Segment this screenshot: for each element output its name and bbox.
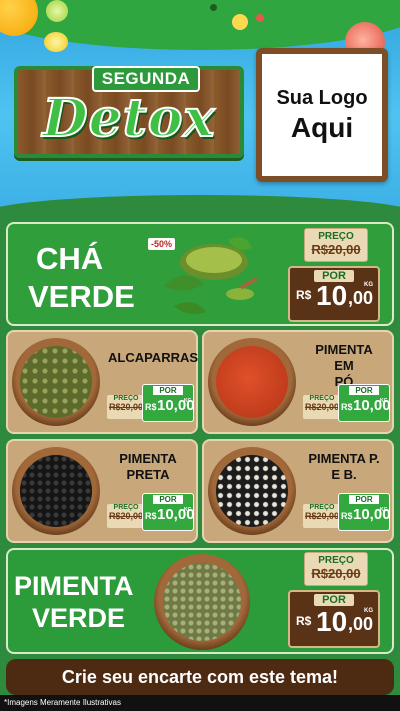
product-name-line2: VERDE xyxy=(32,603,126,633)
product-card-alcaparras[interactable]: ALCAPARRAS PREÇO R$20,00 POR R$ 10,00 xyxy=(6,330,198,434)
currency-label: R$ xyxy=(341,402,353,412)
product-card-pimenta-em-po[interactable]: PIMENTA EM PÓ PREÇO R$20,00 POR R$ 10,00 xyxy=(202,330,394,434)
old-price-tag: PREÇO R$20,00 xyxy=(106,503,146,529)
green-pepper-image xyxy=(163,563,241,641)
capers-image xyxy=(20,346,92,418)
product-name-line2: PRETA xyxy=(126,467,170,482)
logo-placeholder[interactable]: Sua Logo Aqui xyxy=(256,48,388,182)
old-price-tag: PREÇO R$20,00 xyxy=(302,503,342,529)
price-decimal: ,00 xyxy=(348,614,374,634)
product-name-line1: PIMENTA P. xyxy=(308,451,380,466)
fruit-slice-icon xyxy=(232,14,248,30)
old-price-tag: PREÇO R$20,00 xyxy=(106,394,146,420)
discount-badge: -50% xyxy=(148,238,176,250)
old-price-tag: PREÇO R$20,00 xyxy=(304,228,368,262)
por-label: POR xyxy=(314,594,354,606)
sign-title: Detox xyxy=(42,87,216,150)
product-name-line2: VERDE xyxy=(28,279,135,314)
currency-label: R$ xyxy=(296,288,312,302)
product-name-line1: PIMENTA EM xyxy=(315,342,373,373)
preco-label: PREÇO xyxy=(318,555,354,566)
product-card-pimenta-verde[interactable]: PIMENTA VERDE PREÇO R$20,00 POR R$ 10 ,0… xyxy=(6,548,394,654)
disclaimer-text: *Imagens Meramente Ilustrativas xyxy=(4,698,121,707)
old-price: R$20,00 xyxy=(108,402,144,412)
unit-label: KG xyxy=(380,507,388,513)
preco-label: PREÇO xyxy=(309,395,335,402)
black-pepper-image xyxy=(20,455,92,527)
new-price-tag: POR R$ 10 ,00 KG xyxy=(288,590,380,648)
preco-label: PREÇO xyxy=(113,504,139,511)
logo-text-line2: Aqui xyxy=(290,111,354,143)
preco-label: PREÇO xyxy=(318,231,354,242)
price-int: 10 xyxy=(316,280,348,311)
old-price: R$20,00 xyxy=(311,566,361,581)
product-name-line2: E B. xyxy=(331,467,357,482)
currency-label: R$ xyxy=(145,511,157,521)
unit-label: KG xyxy=(364,608,373,614)
unit-label: KG xyxy=(184,507,192,513)
old-price: R$20,00 xyxy=(108,511,144,521)
old-price: R$20,00 xyxy=(304,402,340,412)
product-name-line1: PIMENTA xyxy=(14,571,134,601)
currency-label: R$ xyxy=(341,511,353,521)
product-name: PIMENTA PRETA xyxy=(108,451,188,483)
unit-label: KG xyxy=(380,398,388,404)
price-int: 10 xyxy=(316,606,348,637)
product-name: PIMENTA VERDE xyxy=(14,570,134,634)
lemon-icon xyxy=(44,32,68,52)
lime-icon xyxy=(46,0,68,22)
product-name-line1: PIMENTA xyxy=(119,451,177,466)
por-label: POR xyxy=(153,495,183,504)
header-banner: SEGUNDA Detox Sua Logo Aqui xyxy=(0,0,400,210)
chili-powder-image xyxy=(216,346,288,418)
price-decimal: ,00 xyxy=(348,288,374,308)
product-card-pimenta-preta[interactable]: PIMENTA PRETA PREÇO R$20,00 POR R$ 10,00 xyxy=(6,439,198,543)
product-name: CHÁ VERDE xyxy=(28,240,135,316)
unit-label: KG xyxy=(364,282,373,288)
mixed-pepper-image xyxy=(216,455,288,527)
por-label: POR xyxy=(153,386,183,395)
product-card-pimenta-p-e-b[interactable]: PIMENTA P. E B. PREÇO R$20,00 POR R$ 10,… xyxy=(202,439,394,543)
old-price: R$20,00 xyxy=(311,242,361,257)
preco-label: PREÇO xyxy=(113,395,139,402)
product-name: ALCAPARRAS xyxy=(108,350,199,365)
product-name: PIMENTA EM PÓ xyxy=(304,342,384,390)
new-price-tag: POR R$ 10 ,00 KG xyxy=(288,266,380,322)
old-price-tag: PREÇO R$20,00 xyxy=(304,552,368,586)
old-price-tag: PREÇO R$20,00 xyxy=(302,394,342,420)
berry-icon xyxy=(256,14,264,22)
preco-label: PREÇO xyxy=(309,504,335,511)
currency-label: R$ xyxy=(296,614,312,628)
currency-label: R$ xyxy=(145,402,157,412)
product-name: PIMENTA P. E B. xyxy=(304,451,384,483)
product-card-cha-verde[interactable]: CHÁ VERDE -50% PREÇO R$20,00 POR R$ 10 ,… xyxy=(6,222,394,326)
por-label: POR xyxy=(349,495,379,504)
product-name-line1: CHÁ xyxy=(36,241,104,276)
old-price: R$20,00 xyxy=(304,511,340,521)
cta-banner[interactable]: Crie seu encarte com este tema! xyxy=(6,659,394,695)
por-label: POR xyxy=(349,386,379,395)
logo-text-line1: Sua Logo xyxy=(276,86,368,109)
unit-label: KG xyxy=(184,398,192,404)
green-wave-bottom xyxy=(0,195,400,210)
seed-icon xyxy=(210,4,217,11)
